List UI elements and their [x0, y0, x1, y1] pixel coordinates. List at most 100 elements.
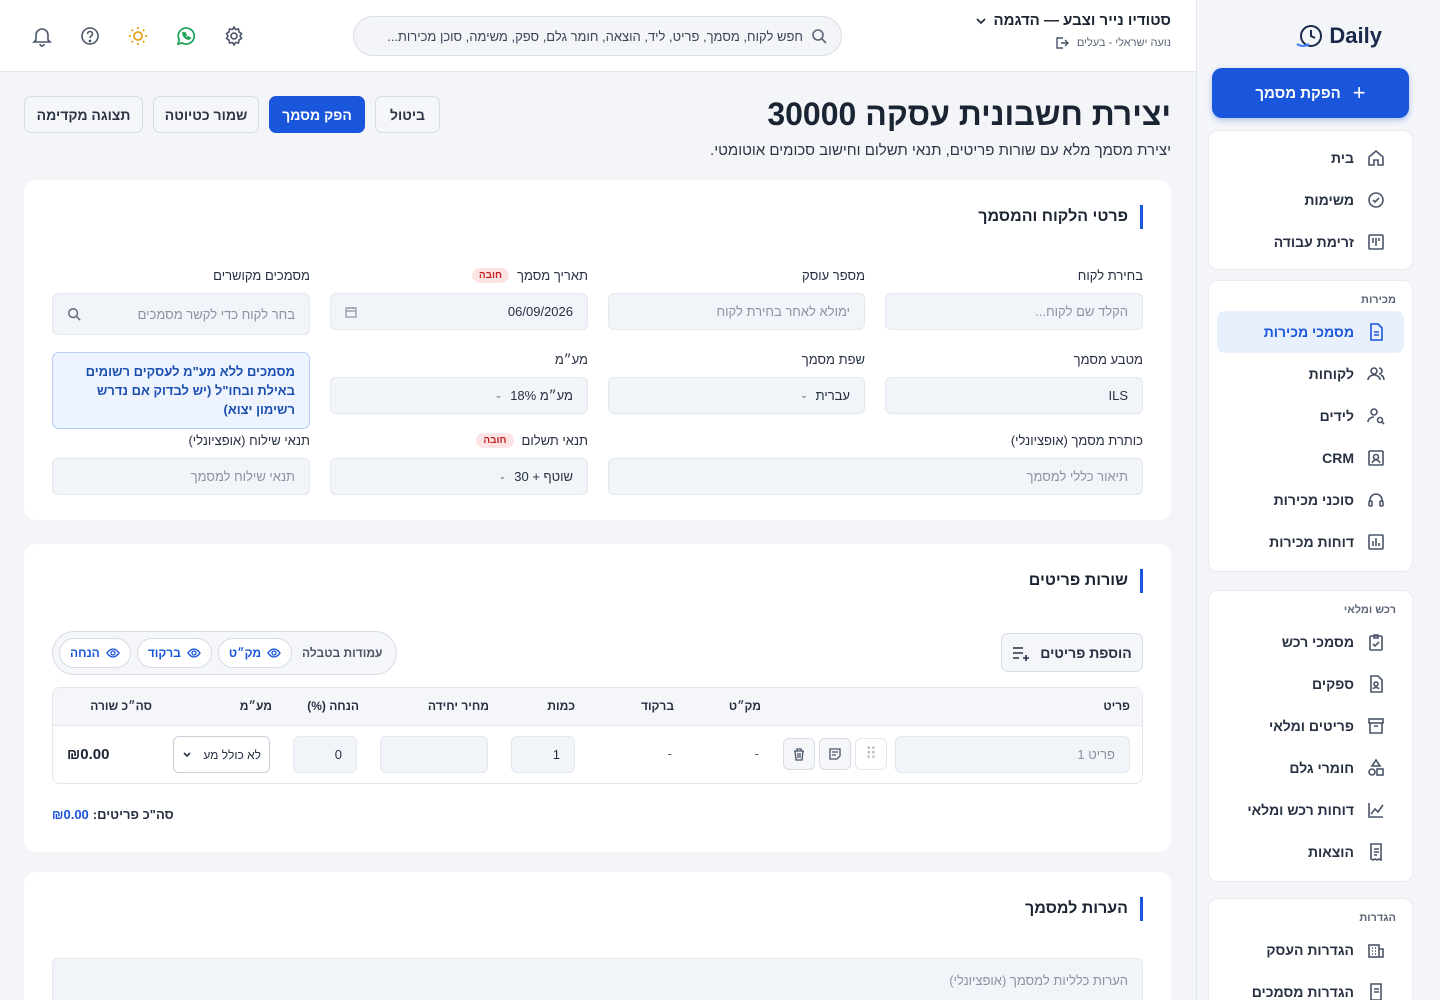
sidebar-item-raw-materials[interactable]: חומרי גלם — [1217, 747, 1404, 789]
sidebar-item-sales-documents[interactable]: מסמכי מכירות — [1217, 311, 1404, 353]
sidebar-item-label: הגדרות העסק — [1266, 942, 1354, 958]
sidebar-item-label: דוחות רכש ומלאי — [1247, 802, 1354, 818]
settings-icon[interactable] — [222, 24, 246, 48]
items-total: סה"כ פריטים: ₪0.00 — [52, 807, 174, 822]
sidebar-item-crm[interactable]: CRM — [1217, 437, 1404, 479]
notes-title: הערות למסמך — [1025, 897, 1143, 921]
dealer-input: ימולא לאחר בחירת לקוח — [608, 293, 865, 330]
list-plus-icon — [1013, 646, 1030, 661]
item-note-button[interactable] — [819, 738, 851, 770]
eye-icon — [267, 648, 281, 658]
app-logo[interactable]: Daily — [1295, 22, 1382, 50]
nav-section-title: רכש ומלאי — [1343, 604, 1396, 616]
toggle-sku-column[interactable]: מק״ט — [217, 638, 293, 668]
sidebar-item-purchase-reports[interactable]: דוחות רכש ומלאי — [1217, 789, 1404, 831]
global-search[interactable] — [353, 16, 842, 56]
sidebar-item-home[interactable]: בית — [1217, 137, 1404, 179]
save-draft-button[interactable]: שמור כטיוטה — [153, 96, 259, 133]
add-items-label: הוספת פריטים — [1040, 644, 1132, 661]
sidebar-item-sales-agents[interactable]: סוכני מכירות — [1217, 479, 1404, 521]
dealer-field: מספר עוסק ימולא לאחר בחירת לקוח — [608, 266, 865, 330]
issue-document-button[interactable]: + הפקת מסמך — [1212, 68, 1409, 118]
sidebar-item-sales-reports[interactable]: דוחות מכירות — [1217, 521, 1404, 563]
column-toggles: עמודות בטבלה מק״ט ברקוד הנחה — [52, 631, 398, 675]
drag-handle-icon[interactable]: ⠿ — [855, 738, 887, 770]
document-icon — [1370, 323, 1383, 341]
details-title: פרטי הלקוח והמסמך — [978, 205, 1143, 229]
required-badge: חובה — [471, 267, 510, 283]
date-field: תאריך מסמך חובה 06/09/2026 — [330, 266, 588, 330]
sidebar-item-label: זרימת עבודה — [1273, 234, 1354, 250]
sun-icon[interactable] — [126, 24, 150, 48]
sidebar-item-purchase-documents[interactable]: מסמכי רכש — [1217, 621, 1404, 663]
add-items-button[interactable]: הוספת פריטים — [1001, 633, 1143, 672]
preview-button[interactable]: תצוגה מקדימה — [24, 96, 143, 133]
toggle-discount-column[interactable]: הנחה — [59, 638, 131, 668]
shipping-terms-input[interactable]: תנאי שילוח למסמך — [52, 458, 310, 495]
sidebar-item-document-settings[interactable]: הגדרות מסמכים — [1217, 971, 1404, 1000]
contact-card-icon — [1368, 450, 1384, 466]
trash-icon — [794, 748, 804, 761]
sidebar-item-business-settings[interactable]: הגדרות העסק — [1217, 929, 1404, 971]
dealer-label: מספר עוסק — [802, 267, 865, 283]
note-icon — [829, 748, 841, 760]
sidebar-item-inventory[interactable]: פריטים ומלאי — [1217, 705, 1404, 747]
business-switcher[interactable]: סטודיו נייר וצבע — הדגמה נועה ישראלי - ב… — [975, 12, 1171, 50]
plus-icon: + — [1352, 80, 1366, 105]
vat-exempt-notice[interactable]: מסמכים ללא מע"מ לעסקים רשומים באילת ובחו… — [52, 352, 310, 429]
help-icon[interactable] — [78, 24, 102, 48]
col-vat: מע״מ — [239, 699, 272, 713]
client-label: בחירת לקוח — [1077, 267, 1143, 283]
bell-icon[interactable] — [30, 24, 54, 48]
language-select[interactable]: עברית ⌄ — [608, 377, 865, 414]
eye-icon — [106, 648, 120, 658]
unit-price-input[interactable] — [380, 736, 488, 773]
sidebar-item-workflow[interactable]: זרימת עבודה — [1217, 221, 1404, 263]
currency-input[interactable]: ILS — [885, 377, 1143, 414]
nav-group-purchasing: רכש ומלאי מסמכי רכש ספקים פריטים ומלאי ח… — [1208, 590, 1413, 882]
sidebar-item-customers[interactable]: לקוחות — [1217, 353, 1404, 395]
headset-icon — [1368, 493, 1384, 507]
payment-terms-select[interactable]: שוטף + 30 ⌄ — [330, 458, 588, 495]
shipping-terms-field: תנאי שילוח (אופציונלי) תנאי שילוח למסמך — [52, 431, 310, 495]
vat-field: מע״מ מע״מ 18% ⌄ — [330, 350, 588, 414]
payment-terms-label: תנאי תשלום — [521, 432, 589, 448]
issue-button[interactable]: הפק מסמך — [269, 96, 365, 133]
nav-section-title: מכירות — [1361, 294, 1396, 306]
whatsapp-icon[interactable] — [174, 24, 198, 48]
vat-label: מע״מ — [554, 351, 588, 367]
toggle-label: הנחה — [70, 646, 100, 660]
col-item: פריט — [1103, 699, 1130, 713]
vat-select[interactable]: מע״מ 18% ⌄ — [330, 377, 588, 414]
doc-title-input[interactable]: תיאור כללי למסמך — [608, 458, 1143, 495]
sku-value: - — [754, 746, 759, 761]
currency-label: מטבע מסמך — [1073, 351, 1143, 367]
vat-row-select[interactable]: לא כולל מע — [173, 736, 270, 773]
cancel-button[interactable]: ביטול — [375, 96, 440, 133]
search-icon — [812, 29, 827, 44]
discount-input[interactable]: 0 — [293, 736, 357, 773]
notes-textarea[interactable]: הערות כלליות למסמך (אופציונלי) — [52, 958, 1143, 1000]
item-input[interactable]: פריט 1 — [895, 736, 1130, 773]
main-content: יצירת חשבונית עסקה 30000 יצירת מסמך מלא … — [0, 72, 1196, 1000]
logout-icon[interactable] — [1055, 36, 1069, 50]
delete-row-button[interactable] — [783, 738, 815, 770]
qty-input[interactable]: 1 — [511, 736, 575, 773]
users-icon — [1367, 367, 1385, 381]
related-docs-input[interactable]: בחר לקוח כדי לקשר מסמכים — [52, 293, 310, 335]
sidebar-item-label: CRM — [1322, 450, 1354, 466]
sidebar-item-expenses[interactable]: הוצאות — [1217, 831, 1404, 873]
sidebar-item-tasks[interactable]: משימות — [1217, 179, 1404, 221]
sidebar-item-leads[interactable]: לידים — [1217, 395, 1404, 437]
date-input[interactable]: 06/09/2026 — [330, 293, 588, 330]
client-input[interactable]: הקלד שם לקוח... — [885, 293, 1143, 330]
toggle-barcode-column[interactable]: ברקוד — [136, 638, 212, 668]
sidebar-item-label: לידים — [1319, 408, 1354, 424]
sidebar-item-suppliers[interactable]: ספקים — [1217, 663, 1404, 705]
barcode-value: - — [667, 746, 672, 761]
doc-title-field: כותרת מסמך (אופציונלי) תיאור כללי למסמך — [608, 431, 1143, 495]
sidebar: Daily + הפקת מסמך בית משימות זרימת עבודה… — [1196, 0, 1440, 1000]
search-input[interactable] — [368, 28, 803, 44]
doc-settings-icon — [1370, 983, 1382, 1000]
kanban-icon — [1368, 234, 1384, 250]
